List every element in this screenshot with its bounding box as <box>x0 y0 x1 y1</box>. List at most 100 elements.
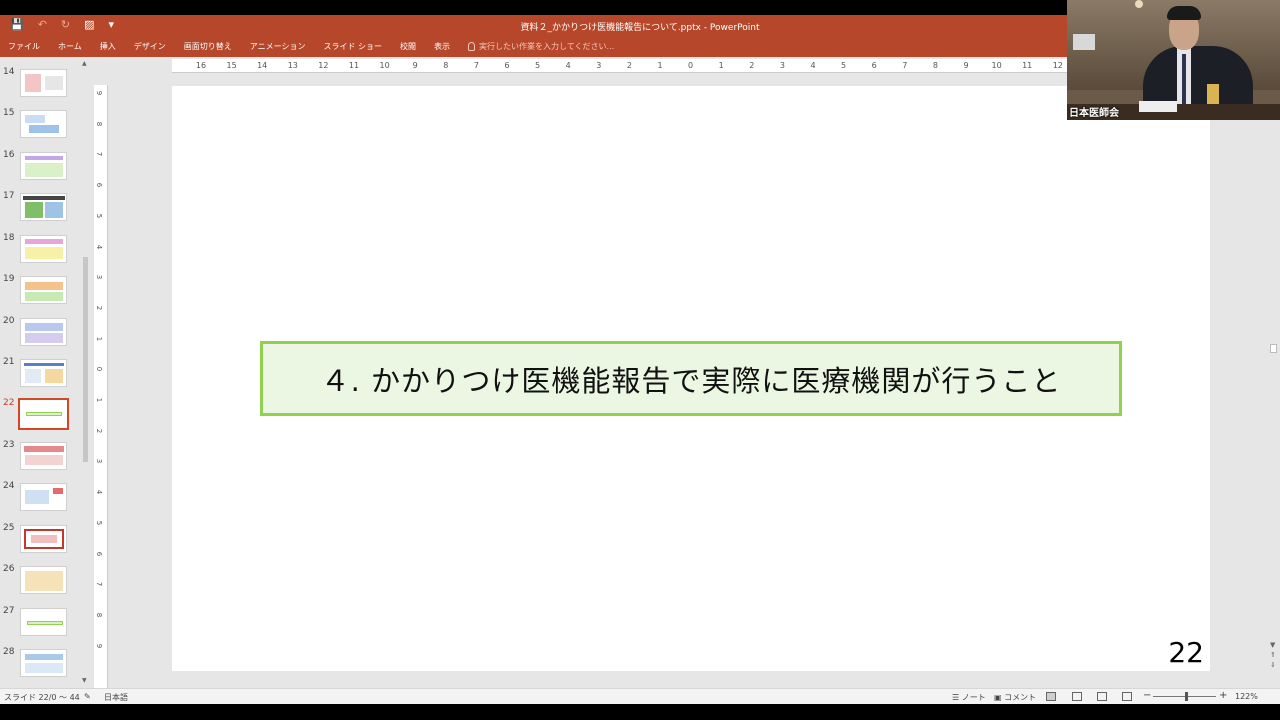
ruler-tick-label: 9 <box>412 61 418 70</box>
tab-insert[interactable]: 挿入 <box>100 41 125 52</box>
thumbnail-slide-18[interactable]: 18 <box>0 233 80 271</box>
zoom-level[interactable]: 122% <box>1235 692 1258 701</box>
thumbnail-number: 19 <box>3 274 15 284</box>
ruler-tick-label: 5 <box>95 520 104 526</box>
slide-page-number: 22 <box>1168 636 1204 669</box>
thumbnail-image <box>20 276 67 304</box>
tab-animations[interactable]: アニメーション <box>250 41 315 52</box>
language-indicator[interactable]: 日本語 <box>104 692 128 703</box>
ruler-tick-label: 2 <box>749 61 755 70</box>
tab-slideshow[interactable]: スライド ショー <box>323 41 391 52</box>
video-caption: 日本医師会 <box>1069 108 1119 119</box>
tab-home[interactable]: ホーム <box>58 41 91 52</box>
comment-icon: ▣ <box>994 693 1005 702</box>
thumbnail-number: 26 <box>3 564 15 574</box>
slide-scrollbar[interactable]: ▼ ⇑ ⇓ <box>1266 57 1280 688</box>
ruler-tick-label: 9 <box>95 643 104 648</box>
thumbnail-image <box>20 608 67 636</box>
thumbnail-slide-27[interactable]: 27 <box>0 606 80 644</box>
thumbnail-number: 27 <box>3 606 15 616</box>
ruler-tick-label: 3 <box>779 61 785 70</box>
thumbnail-number: 28 <box>3 647 15 657</box>
ruler-tick-label: 1 <box>718 61 724 70</box>
screen-bottom-bar <box>0 704 1280 720</box>
ruler-tick-label: 1 <box>95 336 104 341</box>
vertical-ruler: 9 8 7 6 5 4 3 2 1 0 1 2 3 4 5 6 7 8 9 <box>94 85 108 689</box>
thumbnail-slide-21[interactable]: 21 <box>0 357 80 395</box>
thumbnail-number: 20 <box>3 316 15 326</box>
ruler-tick-label: 8 <box>95 121 104 126</box>
tab-transitions[interactable]: 画面切り替え <box>184 41 241 52</box>
ruler-tick-label: 4 <box>95 489 104 495</box>
tell-me-box[interactable]: 実行したい作業を入力してください... <box>468 41 614 52</box>
ruler-tick-label: 7 <box>95 152 104 157</box>
ruler-tick-label: 5 <box>841 61 847 70</box>
zoom-slider-thumb[interactable] <box>1185 692 1188 701</box>
scroll-down-icon[interactable]: ▼ <box>1270 641 1275 649</box>
thumbnail-image <box>20 525 67 553</box>
thumbnail-number: 14 <box>3 67 15 77</box>
tell-me-placeholder: 実行したい作業を入力してください... <box>479 42 615 51</box>
tab-view[interactable]: 表示 <box>434 41 459 52</box>
scrollbar-thumb[interactable] <box>1270 344 1277 353</box>
ruler-tick-label: 5 <box>95 213 104 219</box>
thumbnail-image <box>20 566 67 594</box>
slide-counter: スライド 22/0 ～ 44 <box>4 693 80 702</box>
speaker-video-overlay: 日本医師会 <box>1067 0 1280 120</box>
ruler-tick-label: 3 <box>596 61 602 70</box>
thumbnail-slide-20[interactable]: 20 <box>0 316 80 354</box>
thumbnail-image <box>20 235 67 263</box>
ruler-tick-label: 7 <box>473 61 479 70</box>
speaker-tie <box>1182 54 1186 104</box>
thumbnail-number: 22 <box>3 398 15 408</box>
ruler-tick-label: 1 <box>657 61 663 70</box>
previous-slide-icon[interactable]: ⇑ <box>1270 651 1276 659</box>
reading-view-icon[interactable] <box>1097 692 1107 701</box>
zoom-in-icon[interactable]: + <box>1219 690 1227 701</box>
ruler-tick-label: 8 <box>443 61 449 70</box>
comments-button[interactable]: ▣ コメント <box>994 692 1036 703</box>
normal-view-icon[interactable] <box>1046 692 1056 701</box>
thumbnail-number: 23 <box>3 440 15 450</box>
scroll-down-icon[interactable]: ▼ <box>82 677 87 684</box>
thumbnail-image <box>20 483 67 511</box>
thumbnail-slide-28[interactable]: 28 <box>0 647 80 685</box>
thumbnail-slide-14[interactable]: 14 <box>0 67 80 105</box>
thumbnail-image <box>20 110 67 138</box>
thumbnail-slide-26[interactable]: 26 <box>0 564 80 602</box>
thumbnail-image <box>20 318 67 346</box>
thumbnail-slide-15[interactable]: 15 <box>0 108 80 146</box>
thumbnail-slide-16[interactable]: 16 <box>0 150 80 188</box>
tab-file[interactable]: ファイル <box>8 41 49 52</box>
thumbnail-slide-19[interactable]: 19 <box>0 274 80 312</box>
section-heading-box[interactable]: ４. かかりつけ医機能報告で実際に医療機関が行うこと <box>260 341 1122 416</box>
thumbnail-image <box>20 69 67 97</box>
thumbnail-scrollbar[interactable]: ▲ ▼ <box>80 57 92 688</box>
ruler-tick-label: 2 <box>95 305 104 311</box>
scrollbar-thumb[interactable] <box>83 257 88 462</box>
thumbnail-slide-24[interactable]: 24 <box>0 481 80 519</box>
thumbnail-slide-25[interactable]: 25 <box>0 523 80 561</box>
thumbnail-slide-23[interactable]: 23 <box>0 440 80 478</box>
thumbnail-image <box>20 193 67 221</box>
horizontal-ruler: 16 15 14 13 12 11 10 9 8 7 6 5 4 3 2 1 0 1 2 3 4 5 6 7 8 9 10 11 12 <box>172 59 1067 73</box>
ruler-tick-label: 4 <box>565 61 571 70</box>
ruler-tick-label: 10 <box>379 61 390 70</box>
tab-design[interactable]: デザイン <box>134 41 175 52</box>
section-heading: ４. かかりつけ医機能報告で実際に医療機関が行うこと <box>320 363 1062 398</box>
slide-canvas[interactable]: ４. かかりつけ医機能報告で実際に医療機関が行うこと 22 <box>172 86 1210 671</box>
zoom-out-icon[interactable]: − <box>1143 690 1151 701</box>
thumbnail-slide-22[interactable]: 22 <box>0 398 80 436</box>
scroll-up-icon[interactable]: ▲ <box>82 60 87 67</box>
thumbnail-slide-17[interactable]: 17 <box>0 191 80 229</box>
tab-review[interactable]: 校閲 <box>400 41 425 52</box>
notes-button[interactable]: ☰ ノート <box>952 692 986 703</box>
slideshow-view-icon[interactable] <box>1122 692 1132 701</box>
name-card <box>1139 101 1177 112</box>
ruler-tick-label: 6 <box>95 182 104 188</box>
next-slide-icon[interactable]: ⇓ <box>1270 661 1276 669</box>
speaker-hair <box>1167 6 1201 20</box>
slide-sorter-icon[interactable] <box>1072 692 1082 701</box>
ruler-tick-label: 15 <box>226 61 237 70</box>
spelling-check-icon[interactable]: ✎ <box>84 692 91 701</box>
